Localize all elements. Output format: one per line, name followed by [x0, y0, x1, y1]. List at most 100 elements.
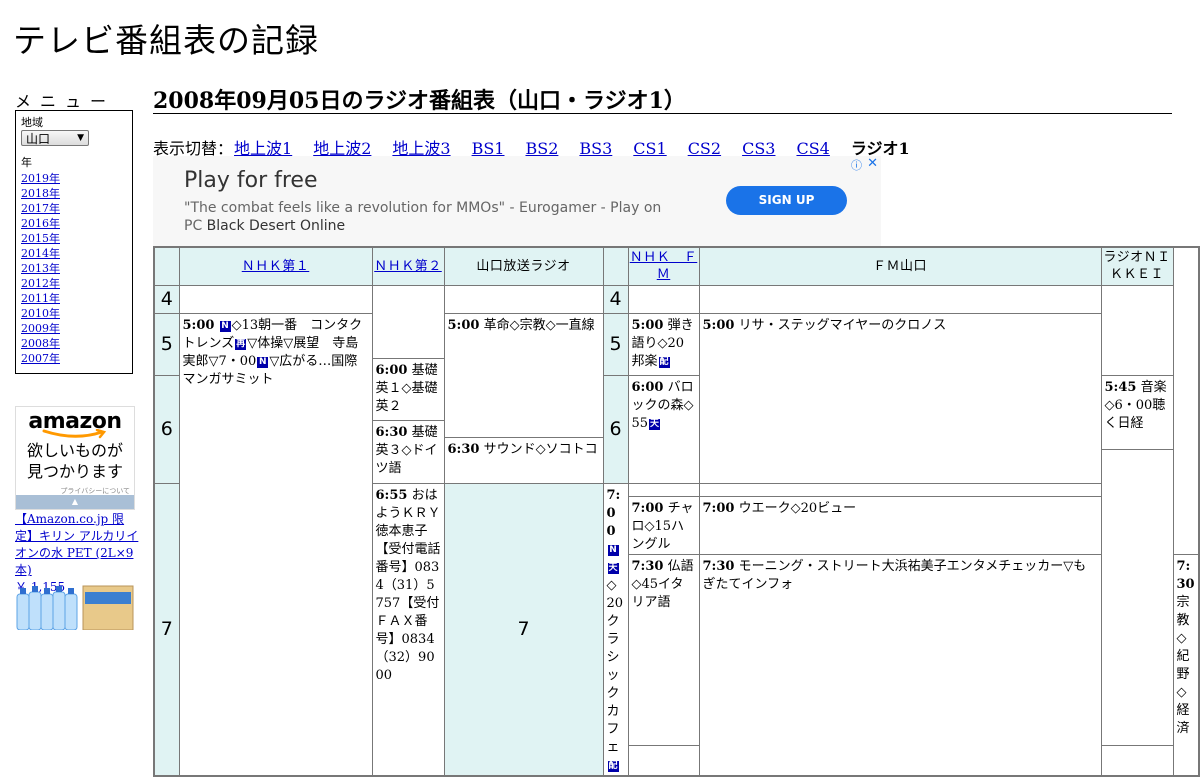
- program-nikkei-empty: [1100, 448, 1174, 747]
- year-link-2013[interactable]: 2013年: [21, 262, 60, 275]
- program-empty: [371, 284, 445, 359]
- program-title: ◇20クラシックカフェ: [606, 577, 624, 755]
- year-link-2008[interactable]: 2008年: [21, 337, 60, 350]
- channel-header-fmy: ＦＭ山口: [698, 246, 1102, 286]
- program-time: 5:00: [447, 317, 480, 333]
- program-time: 7:00: [606, 487, 621, 539]
- program-title: モーニング・ストリート大浜祐美子エンタメチェッカー▽もぎたてインフォ: [702, 558, 1087, 592]
- ad-description: "The combat feels like a revolution for …: [184, 199, 674, 235]
- ad-close-icon[interactable]: ✕: [867, 156, 878, 171]
- program-time: 5:45: [1104, 379, 1137, 395]
- year-link-2007[interactable]: 2007年: [21, 352, 60, 365]
- program-time: 5:00: [631, 317, 664, 333]
- program-nhk2-0630[interactable]: 6:30 基礎英３◇ドイツ語: [371, 419, 445, 484]
- hour-label-5: 5: [153, 312, 180, 376]
- program-empty: [178, 284, 373, 314]
- year-link-2012[interactable]: 2012年: [21, 277, 60, 290]
- stereo-mark-icon: 配: [658, 356, 670, 368]
- program-fmy-0700[interactable]: 7:00 ウエーク◇20ビュー: [698, 495, 1102, 555]
- amazon-tagline-1: 欲しいものが: [26, 441, 123, 460]
- site-title: テレビ番組表の記録: [13, 21, 319, 60]
- hour-label-5-right: 5: [602, 312, 629, 376]
- program-kry-0655[interactable]: 6:55 おはようＫＲＹ徳本恵子【受付電話番号】0834（31）5757【受付Ｆ…: [371, 482, 445, 776]
- amazon-expand-bar[interactable]: ▲: [16, 495, 134, 509]
- year-link-2018[interactable]: 2018年: [21, 187, 60, 200]
- program-nhk2-0730[interactable]: 7:30 仏語◇45イタリア語: [627, 553, 700, 747]
- program-nikkei-0545[interactable]: 5:45 音楽◇6・00聴く日経: [1100, 374, 1174, 450]
- hour-label-6: 6: [153, 374, 180, 484]
- amazon-product-link[interactable]: 【Amazon.co.jp 限定】キリン アルカリイオンの水 PET (2L×9…: [15, 512, 138, 577]
- program-time: 7:00: [631, 500, 664, 516]
- ad-info-icon[interactable]: ⓘ: [851, 157, 862, 173]
- year-link-2017[interactable]: 2017年: [21, 202, 60, 215]
- program-time: 6:00: [631, 379, 664, 395]
- channel-header-nhkfm: ＮＨＫ ＦＭ: [627, 246, 700, 286]
- year-link-2019[interactable]: 2019年: [21, 172, 60, 185]
- menu-heading: メニュー: [15, 92, 116, 111]
- page-title: 2008年09月05日のラジオ番組表（山口・ラジオ1）: [153, 83, 1172, 114]
- news-mark-icon: N: [607, 544, 619, 556]
- program-time: 7:30: [702, 558, 735, 574]
- weather-mark-icon: 天: [649, 418, 661, 430]
- channel-link-nhk2[interactable]: ＮＨＫ第２: [374, 259, 442, 274]
- program-title: サウンド◇ソコトコ: [483, 441, 598, 457]
- program-nhkfm-0600[interactable]: 6:00 バロックの森◇55 天: [627, 374, 700, 484]
- hour-label-4-right: 4: [602, 284, 629, 314]
- ad-description-brand: Black Desert Online: [206, 218, 346, 234]
- program-title: ウエーク◇20ビュー: [738, 500, 857, 516]
- channel-link-nhkfm[interactable]: ＮＨＫ ＦＭ: [630, 250, 698, 282]
- program-nhk2-0700[interactable]: 7:00 チャロ◇15ハングル: [627, 495, 700, 555]
- menu-box: 地域 山口 ▼ 年 2019年 2018年 2017年 2016年 2015年 …: [15, 110, 133, 374]
- program-nhk2-0800: [627, 745, 700, 776]
- program-time: 6:55: [375, 487, 408, 503]
- year-link-2009[interactable]: 2009年: [21, 322, 60, 335]
- region-select[interactable]: 山口 ▼: [21, 130, 89, 146]
- program-time: 5:00: [182, 317, 215, 333]
- program-time: 6:00: [375, 362, 408, 378]
- hour-label-7-right: 7: [443, 482, 604, 776]
- year-link-2011[interactable]: 2011年: [21, 292, 60, 305]
- program-fmy-0730[interactable]: 7:30 モーニング・ストリート大浜祐美子エンタメチェッカー▽もぎたてインフォ: [698, 553, 1102, 776]
- program-time: 6:30: [375, 424, 408, 440]
- channel-link-nhk1[interactable]: ＮＨＫ第１: [242, 259, 310, 274]
- year-link-2015[interactable]: 2015年: [21, 232, 60, 245]
- hour-label-4: 4: [153, 284, 180, 314]
- program-kry-0630[interactable]: 6:30 サウンド◇ソコトコ: [443, 436, 604, 484]
- program-fmy-0500[interactable]: 5:00 リサ・ステッグマイヤーのクロノス: [698, 312, 1102, 484]
- program-empty: [443, 284, 604, 314]
- ad-banner[interactable]: Play for free "The combat feels like a r…: [153, 156, 881, 246]
- program-title: リサ・ステッグマイヤーのクロノス: [738, 317, 947, 333]
- region-select-value: 山口: [26, 131, 51, 146]
- channel-header-nikkei: ラジオＮＩＫＫＥＩ: [1100, 246, 1174, 286]
- year-label: 年: [21, 156, 32, 169]
- region-label: 地域: [21, 116, 43, 129]
- program-empty: [698, 284, 1102, 314]
- program-nhkfm-0700[interactable]: 7:00 N天 ◇20クラシックカフェ配: [602, 482, 629, 776]
- channel-header-kry: 山口放送ラジオ: [443, 246, 604, 286]
- news-mark-icon: N: [219, 320, 231, 332]
- program-title: 宗教◇紀野◇経済: [1176, 594, 1190, 736]
- weather-mark-icon: 天: [607, 562, 619, 574]
- header-corner-middle: [602, 246, 629, 286]
- channel-header-nhk2: ＮＨＫ第２: [371, 246, 445, 286]
- program-nhkfm-0500[interactable]: 5:00 弾き語り◇20邦楽配: [627, 312, 700, 376]
- amazon-ad[interactable]: amazon 欲しいものが 見つかります プライバシーについて ▲: [15, 406, 135, 510]
- program-nhk1-0500[interactable]: 5:00 N ◇13朝一番 コンタクトレンズ再 ▽体操▽展望 寺島実郎▽7・00 N ▽…: [178, 312, 373, 776]
- program-time: 6:30: [447, 441, 480, 457]
- amazon-logo: amazon: [28, 409, 122, 434]
- ad-sign-up-button[interactable]: SIGN UP: [726, 186, 847, 215]
- program-nhk2-0600[interactable]: 6:00 基礎英１◇基礎英２: [371, 357, 445, 421]
- program-nikkei-0730[interactable]: 7:30 宗教◇紀野◇経済: [1172, 553, 1200, 776]
- hour-label-7: 7: [153, 482, 180, 776]
- program-time: 7:30: [1176, 558, 1195, 592]
- program-time: 7:00: [702, 500, 735, 516]
- year-link-2014[interactable]: 2014年: [21, 247, 60, 260]
- year-link-2010[interactable]: 2010年: [21, 307, 60, 320]
- ad-headline[interactable]: Play for free: [184, 168, 318, 193]
- stereo-mark-icon: 配: [607, 760, 619, 772]
- amazon-tagline-2: 見つかります: [26, 462, 123, 481]
- water-bottles-image[interactable]: [15, 582, 135, 630]
- program-kry-0500[interactable]: 5:00 革命◇宗教◇一直線: [443, 312, 604, 438]
- program-fmy-0630-empty: [627, 482, 700, 497]
- year-link-2016[interactable]: 2016年: [21, 217, 60, 230]
